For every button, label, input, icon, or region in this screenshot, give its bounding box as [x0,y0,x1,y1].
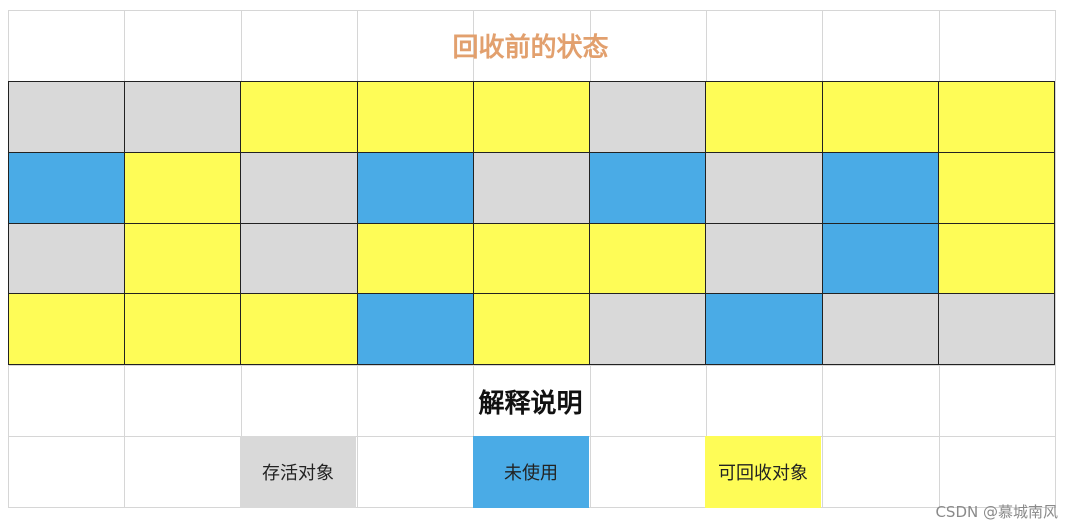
memory-cell-unused [9,152,126,224]
gridline-vertical [1055,10,1056,508]
memory-cell-recyclable [357,223,474,295]
memory-cell-recyclable [590,223,707,295]
memory-cell-recyclable [473,294,591,365]
memory-cell-alive [706,223,823,295]
memory-cell-unused [357,152,474,224]
memory-cell-alive [9,82,126,153]
legend-recyclable-label: 可回收对象 [718,463,808,484]
memory-cell-unused [706,294,823,365]
watermark: CSDN @慕城南风 [935,503,1058,521]
memory-cell-alive [241,152,358,224]
memory-cell-alive [706,152,823,224]
memory-cell-recyclable [938,82,1055,153]
memory-cell-recyclable [125,294,242,365]
memory-cell-alive [938,294,1055,365]
memory-cell-recyclable [473,223,591,295]
memory-cell-recyclable [9,294,126,365]
memory-cell-alive [9,223,126,295]
memory-cell-alive [473,152,591,224]
memory-cell-alive [822,294,939,365]
memory-cell-alive [590,82,707,153]
memory-cell-unused [822,152,939,224]
memory-cell-recyclable [938,152,1055,224]
diagram-canvas: 回收前的状态 解释说明 存活对象 未使用 可回收对象 [8,10,1056,508]
memory-cell-alive [125,82,242,153]
memory-cell-recyclable [125,152,242,224]
memory-cell-unused [822,223,939,295]
legend-alive: 存活对象 [240,436,356,508]
gridline-horizontal [8,365,1055,366]
memory-cell-recyclable [822,82,939,153]
memory-cell-recyclable [125,223,242,295]
legend-heading: 解释说明 [478,389,583,419]
memory-cell-recyclable [241,294,358,365]
memory-cell-recyclable [938,223,1055,295]
memory-grid [8,81,1055,365]
legend-alive-label: 存活对象 [262,463,334,484]
diagram-title: 回收前的状态 [452,33,609,63]
memory-cell-alive [241,223,358,295]
memory-cell-unused [357,294,474,365]
memory-cell-alive [590,294,707,365]
memory-cell-recyclable [473,82,591,153]
legend-unused: 未使用 [473,436,589,508]
memory-cell-recyclable [706,82,823,153]
gridline-horizontal [8,10,1055,11]
memory-cell-unused [590,152,707,224]
legend-recyclable: 可回收对象 [705,436,821,508]
legend-unused-label: 未使用 [504,463,558,484]
memory-cell-recyclable [241,82,358,153]
memory-cell-recyclable [357,82,474,153]
